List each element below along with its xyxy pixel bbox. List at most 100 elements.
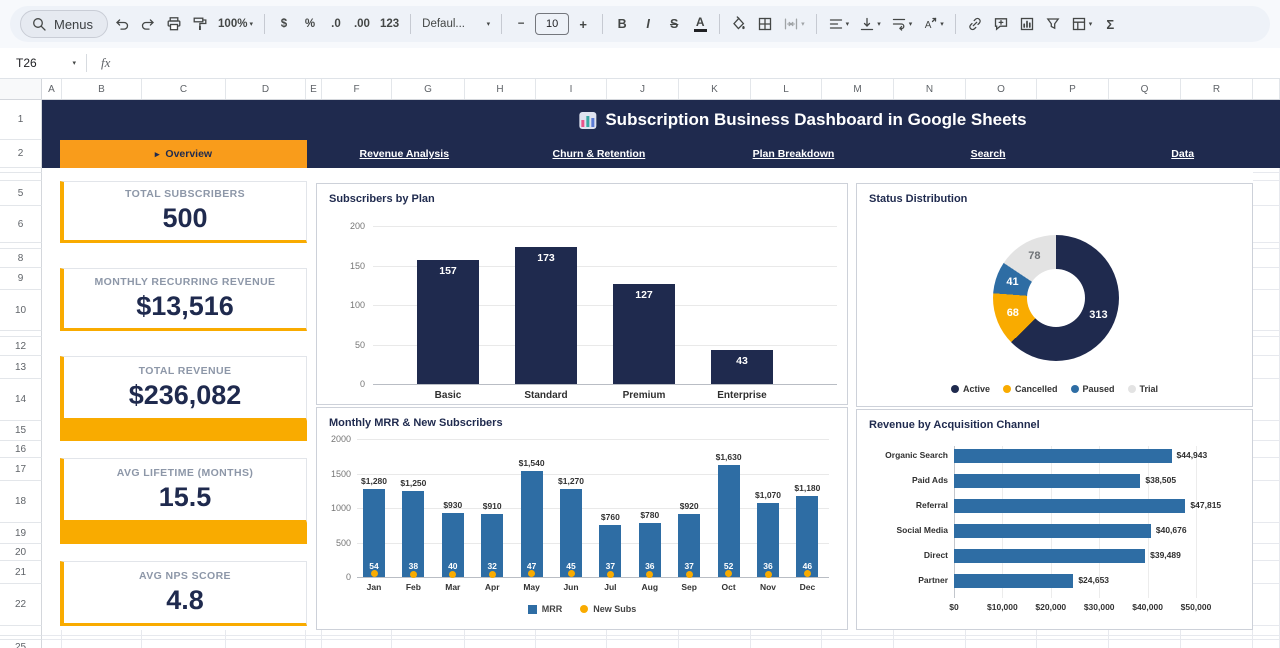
column-header-l[interactable]: L (751, 79, 822, 99)
column-header-i[interactable]: I (536, 79, 607, 99)
redo-button[interactable] (136, 11, 160, 37)
vertical-align-icon (859, 16, 875, 32)
percent-label: % (305, 18, 315, 30)
vertical-align-button[interactable]: ▾ (855, 11, 885, 37)
chart-subscribers-by-plan[interactable]: Subscribers by Plan050100150200157Basic1… (316, 183, 848, 405)
bold-button[interactable]: B (610, 11, 634, 37)
row-header-10[interactable]: 10 (0, 290, 42, 331)
decrease-font-size-button[interactable]: − (509, 11, 533, 37)
nav-tab-data[interactable]: Data (1085, 148, 1280, 160)
column-header-end[interactable] (1253, 79, 1280, 99)
text-wrap-button[interactable]: ▾ (887, 11, 917, 37)
column-header-b[interactable]: B (62, 79, 142, 99)
merge-cells-button[interactable]: ▾ (779, 11, 809, 37)
column-header-h[interactable]: H (465, 79, 536, 99)
column-header-a[interactable]: A (42, 79, 62, 99)
row-header-19[interactable]: 19 (0, 523, 42, 544)
column-header-c[interactable]: C (142, 79, 226, 99)
row-header-17[interactable]: 17 (0, 458, 42, 481)
row-header-8[interactable]: 8 (0, 249, 42, 268)
column-header-k[interactable]: K (679, 79, 751, 99)
menus-button[interactable]: Menus (20, 10, 108, 38)
row-header-6[interactable]: 6 (0, 206, 42, 243)
row-header-13[interactable]: 13 (0, 356, 42, 379)
row-header-14[interactable]: 14 (0, 379, 42, 421)
text-color-button[interactable]: A (688, 11, 712, 37)
bold-label: B (618, 17, 627, 31)
insert-chart-button[interactable] (1015, 11, 1039, 37)
row-header-22[interactable]: 22 (0, 584, 42, 626)
chart-revenue-by-acquisition-channel[interactable]: Revenue by Acquisition Channel$0$10,000$… (856, 409, 1253, 630)
row-header-21[interactable]: 21 (0, 561, 42, 584)
column-header-m[interactable]: M (822, 79, 894, 99)
print-button[interactable] (162, 11, 186, 37)
chart-status-distribution[interactable]: Status Distribution313684178ActiveCancel… (856, 183, 1253, 407)
row-header-23[interactable] (0, 626, 42, 636)
nav-tab-search[interactable]: Search (891, 148, 1086, 160)
spreadsheet-canvas[interactable]: Subscription Business Dashboard in Googl… (42, 100, 1280, 648)
number-format-button[interactable]: 123 (376, 11, 403, 37)
row-header-15[interactable]: 15 (0, 421, 42, 441)
row-header-4[interactable] (0, 173, 42, 181)
functions-button[interactable]: Σ (1098, 11, 1122, 37)
row-header-9[interactable]: 9 (0, 268, 42, 290)
increase-font-size-button[interactable]: + (571, 11, 595, 37)
column-header-f[interactable]: F (322, 79, 392, 99)
column-header-p[interactable]: P (1037, 79, 1109, 99)
nav-tab-overview[interactable]: ▸Overview (60, 140, 307, 168)
row-header-20[interactable]: 20 (0, 544, 42, 561)
format-percent-button[interactable]: % (298, 11, 322, 37)
legend-item-active: Active (951, 384, 990, 394)
font-select[interactable]: Defaul... ▾ (418, 11, 494, 37)
nav-tab-revenue-analysis[interactable]: Revenue Analysis (307, 148, 502, 160)
fill-color-button[interactable] (727, 11, 751, 37)
column-header-n[interactable]: N (894, 79, 966, 99)
italic-button[interactable]: I (636, 11, 660, 37)
row-header-25[interactable]: 25 (0, 640, 42, 648)
column-header-q[interactable]: Q (1109, 79, 1181, 99)
kpi-card-avg-lifetime-months[interactable]: AVG LIFETIME (MONTHS)15.5 (60, 458, 307, 523)
decrease-decimals-button[interactable]: .0 (324, 11, 348, 37)
font-size-input[interactable]: 10 (535, 13, 569, 35)
undo-button[interactable] (110, 11, 134, 37)
mrr-value-label: $780 (628, 510, 672, 520)
increase-decimals-button[interactable]: .00 (350, 11, 374, 37)
column-header-d[interactable]: D (226, 79, 306, 99)
bar-organic-search (954, 449, 1172, 463)
nav-tab-churn-retention[interactable]: Churn & Retention (502, 148, 697, 160)
row-header-16[interactable]: 16 (0, 441, 42, 458)
insert-comment-button[interactable] (989, 11, 1013, 37)
chart-monthly-mrr-new-subscribers[interactable]: Monthly MRR & New Subscribers05001000150… (316, 407, 848, 630)
select-all-corner[interactable] (0, 79, 42, 100)
kpi-card-avg-nps-score[interactable]: AVG NPS SCORE4.8 (60, 561, 307, 626)
kpi-card-total-subscribers[interactable]: TOTAL SUBSCRIBERS500 (60, 181, 307, 243)
horizontal-align-button[interactable]: ▾ (824, 11, 854, 37)
row-header-18[interactable]: 18 (0, 481, 42, 523)
text-rotation-button[interactable]: A ▾ (918, 11, 948, 37)
legend-swatch (1128, 385, 1136, 393)
row-header-12[interactable]: 12 (0, 337, 42, 356)
kpi-card-monthly-recurring-revenue[interactable]: MONTHLY RECURRING REVENUE$13,516 (60, 268, 307, 331)
column-header-r[interactable]: R (1181, 79, 1253, 99)
nav-tab-plan-breakdown[interactable]: Plan Breakdown (696, 148, 891, 160)
create-filter-button[interactable] (1041, 11, 1065, 37)
column-header-j[interactable]: J (607, 79, 679, 99)
row-header-1[interactable]: 1 (0, 100, 42, 140)
name-box[interactable]: T26 ▾ (0, 48, 86, 78)
zoom-control[interactable]: 100% ▾ (214, 11, 257, 37)
strikethrough-button[interactable]: S (662, 11, 686, 37)
paint-format-button[interactable] (188, 11, 212, 37)
row-header-2[interactable]: 2 (0, 140, 42, 168)
mrr-value-label: $1,280 (352, 476, 396, 486)
format-currency-button[interactable]: $ (272, 11, 296, 37)
table-view-button[interactable]: ▾ (1067, 11, 1097, 37)
column-header-e[interactable]: E (306, 79, 322, 99)
column-header-g[interactable]: G (392, 79, 465, 99)
insert-link-button[interactable] (963, 11, 987, 37)
borders-icon (757, 16, 773, 32)
row-header-5[interactable]: 5 (0, 181, 42, 206)
chart-icon (1019, 16, 1035, 32)
borders-button[interactable] (753, 11, 777, 37)
kpi-card-total-revenue[interactable]: TOTAL REVENUE$236,082 (60, 356, 307, 421)
column-header-o[interactable]: O (966, 79, 1037, 99)
